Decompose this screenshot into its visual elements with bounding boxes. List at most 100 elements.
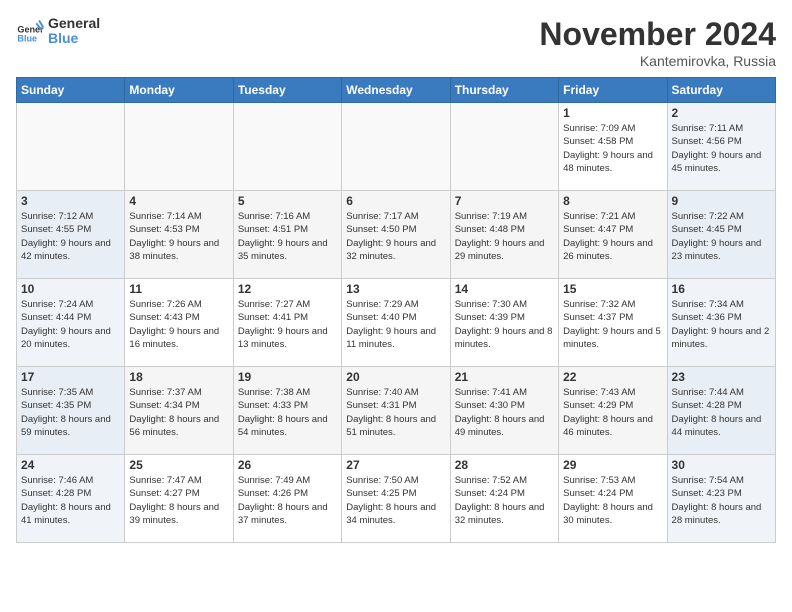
logo-line1: General [48, 16, 100, 31]
day-number: 22 [563, 370, 662, 384]
day-info: Sunrise: 7:29 AMSunset: 4:40 PMDaylight:… [346, 298, 445, 351]
day-cell: 27 Sunrise: 7:50 AMSunset: 4:25 PMDayligh… [342, 455, 450, 543]
day-cell: 4 Sunrise: 7:14 AMSunset: 4:53 PMDaylight… [125, 191, 233, 279]
day-number: 21 [455, 370, 554, 384]
svg-text:Blue: Blue [17, 34, 37, 44]
day-cell: 22Sunrise: 7:43 AMSunset: 4:29 PMDayligh… [559, 367, 667, 455]
col-monday: Monday [125, 78, 233, 103]
day-info: Sunrise: 7:52 AMSunset: 4:24 PMDaylight:… [455, 474, 554, 527]
col-tuesday: Tuesday [233, 78, 341, 103]
day-number: 17 [21, 370, 120, 384]
day-cell: 9 Sunrise: 7:22 AMSunset: 4:45 PMDaylight… [667, 191, 775, 279]
day-cell: 10Sunrise: 7:24 AMSunset: 4:44 PMDayligh… [17, 279, 125, 367]
col-wednesday: Wednesday [342, 78, 450, 103]
day-number: 9 [672, 194, 771, 208]
day-number: 3 [21, 194, 120, 208]
day-info: Sunrise: 7:38 AMSunset: 4:33 PMDaylight:… [238, 386, 337, 439]
day-cell: 25 Sunrise: 7:47 AMSunset: 4:27 PMDayligh… [125, 455, 233, 543]
day-info: Sunrise: 7:46 AMSunset: 4:28 PMDaylight:… [21, 474, 120, 527]
day-cell: 17 Sunrise: 7:35 AMSunset: 4:35 PMDayligh… [17, 367, 125, 455]
calendar-header-row: Sunday Monday Tuesday Wednesday Thursday… [17, 78, 776, 103]
day-number: 1 [563, 106, 662, 120]
day-info: Sunrise: 7:12 AMSunset: 4:55 PMDaylight:… [21, 210, 120, 263]
day-info: Sunrise: 7:30 AMSunset: 4:39 PMDaylight:… [455, 298, 554, 351]
calendar-table: Sunday Monday Tuesday Wednesday Thursday… [16, 77, 776, 543]
week-row-5: 24Sunrise: 7:46 AMSunset: 4:28 PMDayligh… [17, 455, 776, 543]
day-cell: 6 Sunrise: 7:17 AMSunset: 4:50 PMDaylight… [342, 191, 450, 279]
day-cell: 30 Sunrise: 7:54 AMSunset: 4:23 PMDayligh… [667, 455, 775, 543]
day-info: Sunrise: 7:54 AMSunset: 4:23 PMDaylight:… [672, 474, 771, 527]
day-cell [17, 103, 125, 191]
col-sunday: Sunday [17, 78, 125, 103]
day-info: Sunrise: 7:22 AMSunset: 4:45 PMDaylight:… [672, 210, 771, 263]
day-number: 29 [563, 458, 662, 472]
day-cell [125, 103, 233, 191]
day-cell: 5 Sunrise: 7:16 AMSunset: 4:51 PMDaylight… [233, 191, 341, 279]
col-friday: Friday [559, 78, 667, 103]
col-thursday: Thursday [450, 78, 558, 103]
day-number: 26 [238, 458, 337, 472]
month-title: November 2024 [539, 16, 776, 53]
day-info: Sunrise: 7:26 AMSunset: 4:43 PMDaylight:… [129, 298, 228, 351]
day-cell: 13Sunrise: 7:29 AMSunset: 4:40 PMDayligh… [342, 279, 450, 367]
day-info: Sunrise: 7:41 AMSunset: 4:30 PMDaylight:… [455, 386, 554, 439]
day-number: 11 [129, 282, 228, 296]
day-number: 30 [672, 458, 771, 472]
day-info: Sunrise: 7:49 AMSunset: 4:26 PMDaylight:… [238, 474, 337, 527]
day-info: Sunrise: 7:11 AMSunset: 4:56 PMDaylight:… [672, 122, 771, 175]
day-number: 20 [346, 370, 445, 384]
day-number: 23 [672, 370, 771, 384]
day-cell: 1 Sunrise: 7:09 AMSunset: 4:58 PMDaylight… [559, 103, 667, 191]
day-info: Sunrise: 7:50 AMSunset: 4:25 PMDaylight:… [346, 474, 445, 527]
day-cell [342, 103, 450, 191]
logo: General Blue General Blue [16, 16, 100, 47]
day-number: 7 [455, 194, 554, 208]
day-cell: 18Sunrise: 7:37 AMSunset: 4:34 PMDayligh… [125, 367, 233, 455]
week-row-4: 17 Sunrise: 7:35 AMSunset: 4:35 PMDayligh… [17, 367, 776, 455]
day-info: Sunrise: 7:40 AMSunset: 4:31 PMDaylight:… [346, 386, 445, 439]
day-number: 28 [455, 458, 554, 472]
day-info: Sunrise: 7:35 AMSunset: 4:35 PMDaylight:… [21, 386, 120, 439]
day-cell: 20 Sunrise: 7:40 AMSunset: 4:31 PMDayligh… [342, 367, 450, 455]
day-number: 5 [238, 194, 337, 208]
day-info: Sunrise: 7:24 AMSunset: 4:44 PMDaylight:… [21, 298, 120, 351]
day-number: 27 [346, 458, 445, 472]
day-cell: 7 Sunrise: 7:19 AMSunset: 4:48 PMDaylight… [450, 191, 558, 279]
day-number: 2 [672, 106, 771, 120]
day-info: Sunrise: 7:14 AMSunset: 4:53 PMDaylight:… [129, 210, 228, 263]
day-info: Sunrise: 7:34 AMSunset: 4:36 PMDaylight:… [672, 298, 771, 351]
day-cell: 26 Sunrise: 7:49 AMSunset: 4:26 PMDayligh… [233, 455, 341, 543]
day-number: 25 [129, 458, 228, 472]
day-cell: 21 Sunrise: 7:41 AMSunset: 4:30 PMDayligh… [450, 367, 558, 455]
day-cell: 28 Sunrise: 7:52 AMSunset: 4:24 PMDayligh… [450, 455, 558, 543]
day-number: 8 [563, 194, 662, 208]
day-cell [233, 103, 341, 191]
day-info: Sunrise: 7:17 AMSunset: 4:50 PMDaylight:… [346, 210, 445, 263]
day-info: Sunrise: 7:19 AMSunset: 4:48 PMDaylight:… [455, 210, 554, 263]
day-number: 12 [238, 282, 337, 296]
day-cell: 11 Sunrise: 7:26 AMSunset: 4:43 PMDayligh… [125, 279, 233, 367]
day-cell: 14Sunrise: 7:30 AMSunset: 4:39 PMDayligh… [450, 279, 558, 367]
day-cell: 2 Sunrise: 7:11 AMSunset: 4:56 PMDaylight… [667, 103, 775, 191]
day-info: Sunrise: 7:37 AMSunset: 4:34 PMDaylight:… [129, 386, 228, 439]
day-info: Sunrise: 7:16 AMSunset: 4:51 PMDaylight:… [238, 210, 337, 263]
day-number: 4 [129, 194, 228, 208]
day-info: Sunrise: 7:53 AMSunset: 4:24 PMDaylight:… [563, 474, 662, 527]
page: General Blue General Blue November 2024 … [0, 0, 792, 612]
header: General Blue General Blue November 2024 … [16, 16, 776, 69]
day-info: Sunrise: 7:32 AMSunset: 4:37 PMDaylight:… [563, 298, 662, 351]
day-info: Sunrise: 7:09 AMSunset: 4:58 PMDaylight:… [563, 122, 662, 175]
day-number: 6 [346, 194, 445, 208]
day-cell [450, 103, 558, 191]
title-block: November 2024 Kantemirovka, Russia [539, 16, 776, 69]
day-number: 19 [238, 370, 337, 384]
day-cell: 12Sunrise: 7:27 AMSunset: 4:41 PMDayligh… [233, 279, 341, 367]
week-row-1: 1 Sunrise: 7:09 AMSunset: 4:58 PMDaylight… [17, 103, 776, 191]
logo-icon: General Blue [16, 17, 44, 45]
day-info: Sunrise: 7:47 AMSunset: 4:27 PMDaylight:… [129, 474, 228, 527]
day-info: Sunrise: 7:21 AMSunset: 4:47 PMDaylight:… [563, 210, 662, 263]
week-row-2: 3 Sunrise: 7:12 AMSunset: 4:55 PMDaylight… [17, 191, 776, 279]
day-cell: 8 Sunrise: 7:21 AMSunset: 4:47 PMDaylight… [559, 191, 667, 279]
location: Kantemirovka, Russia [539, 53, 776, 69]
day-cell: 3 Sunrise: 7:12 AMSunset: 4:55 PMDaylight… [17, 191, 125, 279]
